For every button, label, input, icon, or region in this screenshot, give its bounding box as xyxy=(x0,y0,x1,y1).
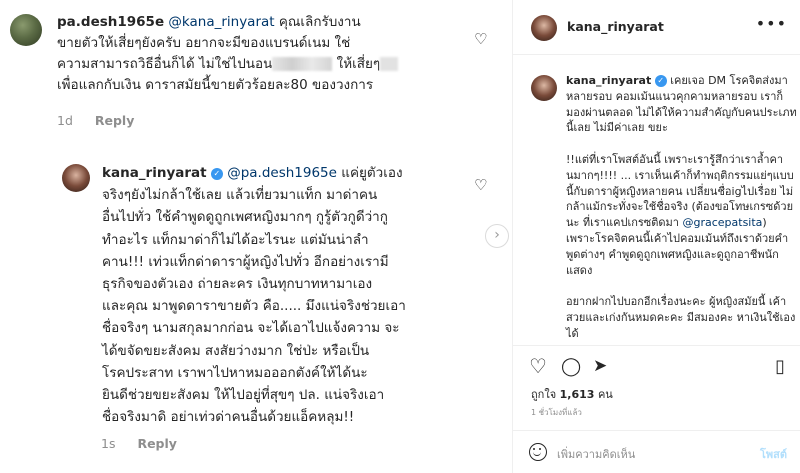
comment-text-line: เพื่อแลกกับเงิน ดาราสมัยนี้ขายตัวร้อยละ8… xyxy=(57,77,374,93)
heart-icon[interactable]: ♡ xyxy=(474,30,487,48)
heart-icon[interactable]: ♡ xyxy=(529,354,547,378)
comment-username[interactable]: pa.desh1965e xyxy=(57,14,164,30)
comment-text-line: คาน!!! เท่วแท็กด่าดาราผู้หญิงไปทั่ว อีกอ… xyxy=(102,253,389,270)
post-username[interactable]: kana_rinyarat xyxy=(567,19,664,34)
emoji-icon[interactable] xyxy=(529,443,547,461)
comment-text-line: และคุณ มาพูดดาราขายตัว คือ..... มึงแน่จร… xyxy=(102,298,406,315)
share-icon[interactable]: ➤ xyxy=(593,356,607,376)
censor-blur xyxy=(272,57,333,71)
comment-username[interactable]: kana_rinyarat xyxy=(102,165,207,181)
post-panel: kana_rinyarat ••• kana_rinyarat ✓ เคยเจอ… xyxy=(512,0,800,473)
comment-time: 1d xyxy=(57,113,73,128)
heart-icon[interactable]: ♡ xyxy=(474,176,487,194)
reply-button[interactable]: Reply xyxy=(137,436,176,451)
comment-text-line: ยินดีช่วยขยะสังคม ให้ไปอยู่ที่สุขๆ ปล. แ… xyxy=(102,387,385,404)
comment-mention[interactable]: @pa.desh1965e xyxy=(227,165,337,181)
verified-badge-icon: ✓ xyxy=(210,168,223,180)
caption-username[interactable]: kana_rinyarat xyxy=(566,74,651,87)
comment-input[interactable]: เพิ่มความคิดเห็น xyxy=(557,445,635,463)
comment-text-line: ขายตัวให้เสี่ยๆยังครับ อยากจะมีของแบรนด์… xyxy=(57,35,351,51)
comment-meta: 1s Reply xyxy=(101,436,177,451)
comment-thread: pa.desh1965e @kana_rinyarat คุณเลิกรับงา… xyxy=(0,0,512,473)
more-icon[interactable]: ••• xyxy=(756,14,787,33)
comment-text-line: คุณเลิกรับงาน xyxy=(278,14,361,30)
comment-text-line: ชื่อจริงๆ นามสกุลมากก่อน จะได้เอาไปแจ้งค… xyxy=(102,320,400,337)
comment-text-line: ทำอะไร แท็กมาด่าก็ไม่ได้อะไรนะ แต่มันน่า… xyxy=(102,231,369,248)
comment-meta: 1d Reply xyxy=(57,113,134,128)
post-header: kana_rinyarat ••• xyxy=(513,0,800,55)
comment-icon[interactable]: ◯ xyxy=(561,356,581,377)
caption-text: kana_rinyarat ✓ เคยเจอ DM โรคจิตส่งมาหลา… xyxy=(566,73,798,357)
comment-text-line: แค่ยูตัวเอง xyxy=(341,165,403,181)
likes-prefix: ถูกใจ xyxy=(531,388,557,401)
likes-suffix: คน xyxy=(597,388,613,401)
caption-paragraph: อยากฝากไปบอกอีกเรื่องนะคะ ผู้หญิงสมัยนี้… xyxy=(566,295,796,340)
comment-text-line: จริงๆยังไม่กล้าใช้เลย แล้วเที่ยวมาแท็ก ม… xyxy=(102,187,378,204)
bookmark-icon[interactable]: ▯ xyxy=(775,356,785,377)
comment-text-line: ความสามารถวิธีอื่นก็ได้ ไม่ใช่ไปนอน xyxy=(57,56,273,72)
likes-count[interactable]: ถูกใจ 1,613 คน xyxy=(531,385,613,403)
chevron-right-icon[interactable]: › xyxy=(485,224,509,248)
comment-text-line: ชื่อจริงมาดิ อย่าเท่วด่าคนอื่นด้วยแอ็คหล… xyxy=(102,409,355,426)
avatar[interactable] xyxy=(531,15,557,41)
comment-time: 1s xyxy=(101,436,116,451)
post-timestamp: 1 ชั่วโมงที่แล้ว xyxy=(531,408,582,417)
comment-text-line: ธุรกิจของตัวเอง ถ่ายละคร เงินทุกบาทหามาเ… xyxy=(102,276,373,293)
action-bar: ♡ ◯ ➤ ▯ xyxy=(513,345,800,385)
comment-text-line: ได้ขจัดขยะสังคม สงสัยว่างมาก ใช่ป่ะ หรือ… xyxy=(102,342,370,359)
caption-mention[interactable]: @gracepatsita xyxy=(682,216,762,229)
reply-button[interactable]: Reply xyxy=(95,113,134,128)
avatar[interactable] xyxy=(531,75,557,101)
comment-body: pa.desh1965e @kana_rinyarat คุณเลิกรับงา… xyxy=(57,12,467,96)
avatar[interactable] xyxy=(10,14,42,46)
comment-composer: เพิ่มความคิดเห็น โพสต์ xyxy=(513,430,800,473)
comment-mention[interactable]: @kana_rinyarat xyxy=(168,14,274,30)
avatar[interactable] xyxy=(62,164,90,192)
comment-body: kana_rinyarat ✓ @pa.desh1965e แค่ยูตัวเอ… xyxy=(102,162,482,428)
comment-text-line: โรคประสาท เราพาไปหาหมอออกตังค์ให้ได้นะ xyxy=(102,364,368,381)
verified-badge-icon: ✓ xyxy=(654,75,667,87)
likes-number: 1,613 xyxy=(559,388,595,401)
comment-text-line: ให้เสี่ยๆ xyxy=(336,56,381,72)
post-button[interactable]: โพสต์ xyxy=(760,445,787,463)
comment-text-line: อื่นไปทั่ว ใช้คำพูดดูถูกเพศหญิงมากๆ กูรู… xyxy=(102,209,388,226)
censor-blur xyxy=(380,57,399,71)
